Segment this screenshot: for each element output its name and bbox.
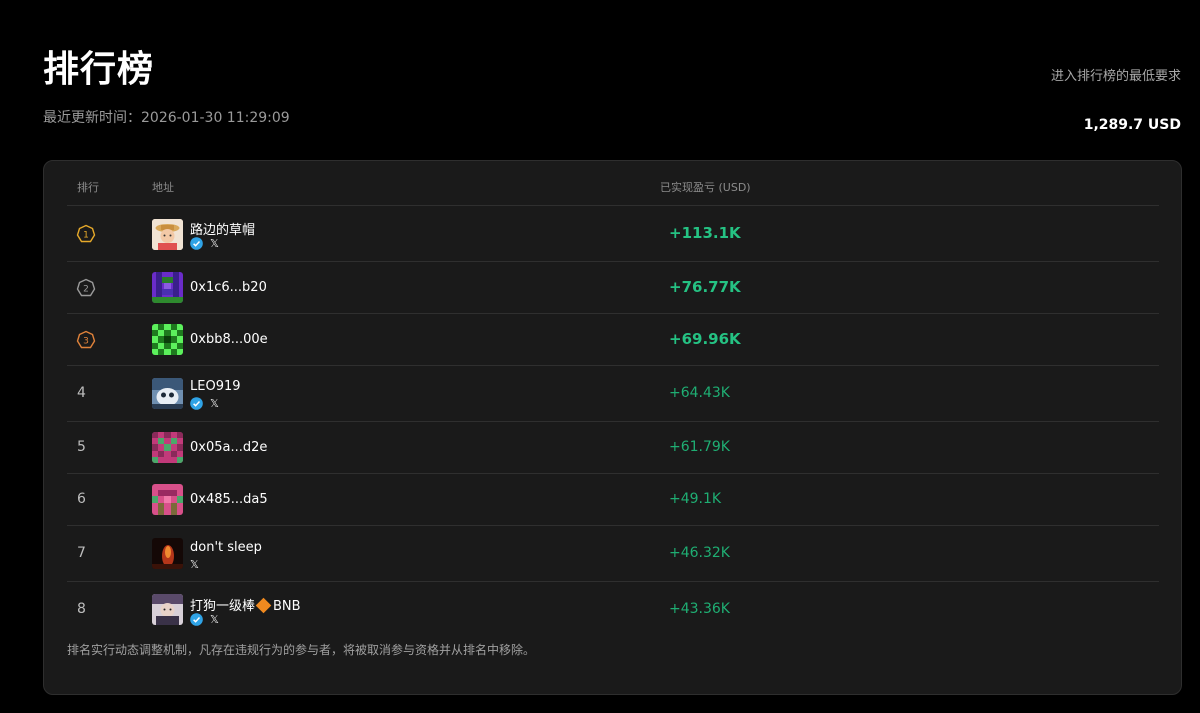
table-row[interactable]: 7 don't sleep 𝕏 +46.32K <box>67 526 1159 582</box>
trader-name-suffix: BNB <box>273 599 301 614</box>
social-links: 𝕏 <box>190 237 219 250</box>
avatar[interactable] <box>152 219 183 250</box>
table-row[interactable]: 8 打狗一级棒 BNB 𝕏 +43.36K <box>67 582 1159 638</box>
realized-pnl: +49.1K <box>669 491 722 507</box>
rank-number: 4 <box>77 385 86 401</box>
x-logo-icon[interactable]: 𝕏 <box>210 613 219 626</box>
leaderboard-card: 排行 地址 已实现盈亏 (USD) 1 路边的草帽 𝕏 +113.1K 2 0x… <box>43 160 1182 695</box>
trader-address[interactable]: 0xbb8...00e <box>190 332 268 347</box>
table-row[interactable]: 5 0x05a...d2e +61.79K <box>67 422 1159 474</box>
realized-pnl: +43.36K <box>669 601 730 617</box>
avatar[interactable] <box>152 432 183 463</box>
column-address: 地址 <box>152 181 174 194</box>
table-header: 排行 地址 已实现盈亏 (USD) <box>67 161 1159 206</box>
verified-badge-icon <box>190 613 203 626</box>
table-body: 1 路边的草帽 𝕏 +113.1K 2 0x1c6...b20 +76.77K <box>67 206 1159 638</box>
rank-number: 1 <box>83 231 89 241</box>
table-row[interactable]: 4 LEO919 𝕏 +64.43K <box>67 366 1159 422</box>
realized-pnl: +64.43K <box>669 385 730 401</box>
trader-address[interactable]: 0x1c6...b20 <box>190 280 267 295</box>
x-logo-icon[interactable]: 𝕏 <box>190 558 199 571</box>
requirement-label: 进入排行榜的最低要求 <box>1050 69 1181 84</box>
rank-badge-bronze-icon: 3 <box>76 330 96 350</box>
rank-number: 6 <box>77 491 86 507</box>
trader-name[interactable]: LEO919 <box>190 379 241 394</box>
table-row[interactable]: 2 0x1c6...b20 +76.77K <box>67 262 1159 314</box>
rank-number: 3 <box>83 337 89 347</box>
requirement-value: 1,289.7 USD <box>1083 117 1181 133</box>
rank-number: 5 <box>77 439 86 455</box>
column-pnl: 已实现盈亏 (USD) <box>660 181 751 194</box>
rank-number: 2 <box>83 285 89 295</box>
avatar[interactable] <box>152 484 183 515</box>
realized-pnl: +69.96K <box>669 330 741 348</box>
x-logo-icon[interactable]: 𝕏 <box>210 237 219 250</box>
verified-badge-icon <box>190 237 203 250</box>
x-logo-icon[interactable]: 𝕏 <box>210 397 219 410</box>
trader-address[interactable]: 0x05a...d2e <box>190 440 267 455</box>
realized-pnl: +76.77K <box>669 278 741 296</box>
last-updated: 最近更新时间：2026-01-30 11:29:09 <box>43 110 290 126</box>
avatar[interactable] <box>152 378 183 409</box>
column-rank: 排行 <box>77 181 99 194</box>
rank-badge-silver-icon: 2 <box>76 278 96 298</box>
table-row[interactable]: 3 0xbb8...00e +69.96K <box>67 314 1159 366</box>
table-row[interactable]: 6 0x485...da5 +49.1K <box>67 474 1159 526</box>
realized-pnl: +61.79K <box>669 439 730 455</box>
rank-badge-gold-icon: 1 <box>76 224 96 244</box>
avatar[interactable] <box>152 272 183 303</box>
social-links: 𝕏 <box>190 558 199 571</box>
social-links: 𝕏 <box>190 613 219 626</box>
social-links: 𝕏 <box>190 397 219 410</box>
trader-address[interactable]: 0x485...da5 <box>190 492 268 507</box>
trader-name[interactable]: 打狗一级棒 BNB <box>190 595 301 614</box>
avatar[interactable] <box>152 324 183 355</box>
realized-pnl: +113.1K <box>669 224 741 242</box>
avatar[interactable] <box>152 538 183 569</box>
rank-number: 8 <box>77 601 86 617</box>
avatar[interactable] <box>152 594 183 625</box>
trader-name[interactable]: don't sleep <box>190 540 262 555</box>
trader-name-text: 打狗一级棒 <box>190 599 256 614</box>
ranking-disclaimer: 排名实行动态调整机制，凡存在违规行为的参与者，将被取消参与资格并从排名中移除。 <box>67 643 536 657</box>
orange-diamond-icon <box>255 597 272 614</box>
table-row[interactable]: 1 路边的草帽 𝕏 +113.1K <box>67 206 1159 262</box>
verified-badge-icon <box>190 397 203 410</box>
page-title: 排行榜 <box>43 49 155 90</box>
trader-name[interactable]: 路边的草帽 <box>190 219 255 238</box>
realized-pnl: +46.32K <box>669 545 730 561</box>
rank-number: 7 <box>77 545 86 561</box>
